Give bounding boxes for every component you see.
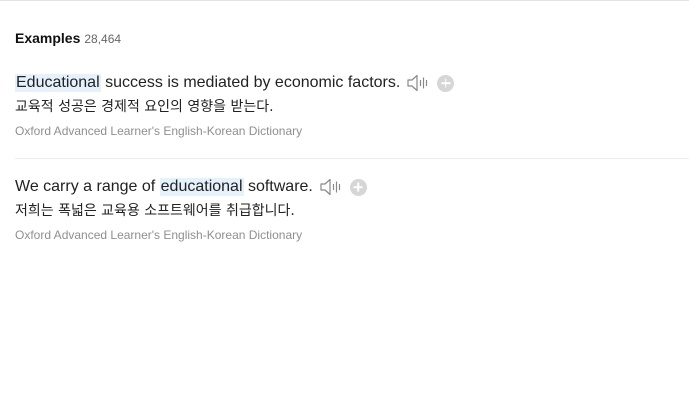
example-source: Oxford Advanced Learner's English-Korean… [15, 228, 303, 242]
add-to-wordbook-button[interactable] [349, 178, 367, 196]
sentence-text-prefix: We carry a range of [15, 178, 160, 195]
sentence-text: software. [243, 178, 313, 195]
examples-title: Examples [15, 30, 81, 46]
example-sentence: We carry a range of educational software… [15, 176, 689, 198]
example-source: Oxford Advanced Learner's English-Korean… [15, 124, 303, 138]
top-divider [0, 0, 689, 1]
example-sentence: Educational success is mediated by econo… [15, 72, 689, 94]
add-to-wordbook-button[interactable] [437, 74, 455, 92]
sentence-text: success is mediated by economic factors. [100, 74, 401, 91]
examples-header: Examples 28,464 [15, 30, 689, 48]
examples-count: 28,464 [84, 32, 122, 46]
highlighted-word: educational [159, 178, 244, 196]
examples-section: Examples 28,464 Educational success is m… [15, 30, 689, 242]
example-translation: 교육적 성공은 경제적 요인의 영향을 받는다. [15, 99, 274, 115]
example-divider [15, 158, 689, 159]
speaker-icon[interactable] [406, 73, 430, 93]
speaker-icon[interactable] [319, 177, 343, 197]
example-item: We carry a range of educational software… [15, 176, 689, 243]
example-translation: 저희는 폭넓은 교육용 소프트웨어를 취급합니다. [15, 203, 295, 219]
example-item: Educational success is mediated by econo… [15, 72, 689, 139]
highlighted-word: Educational [15, 74, 101, 92]
